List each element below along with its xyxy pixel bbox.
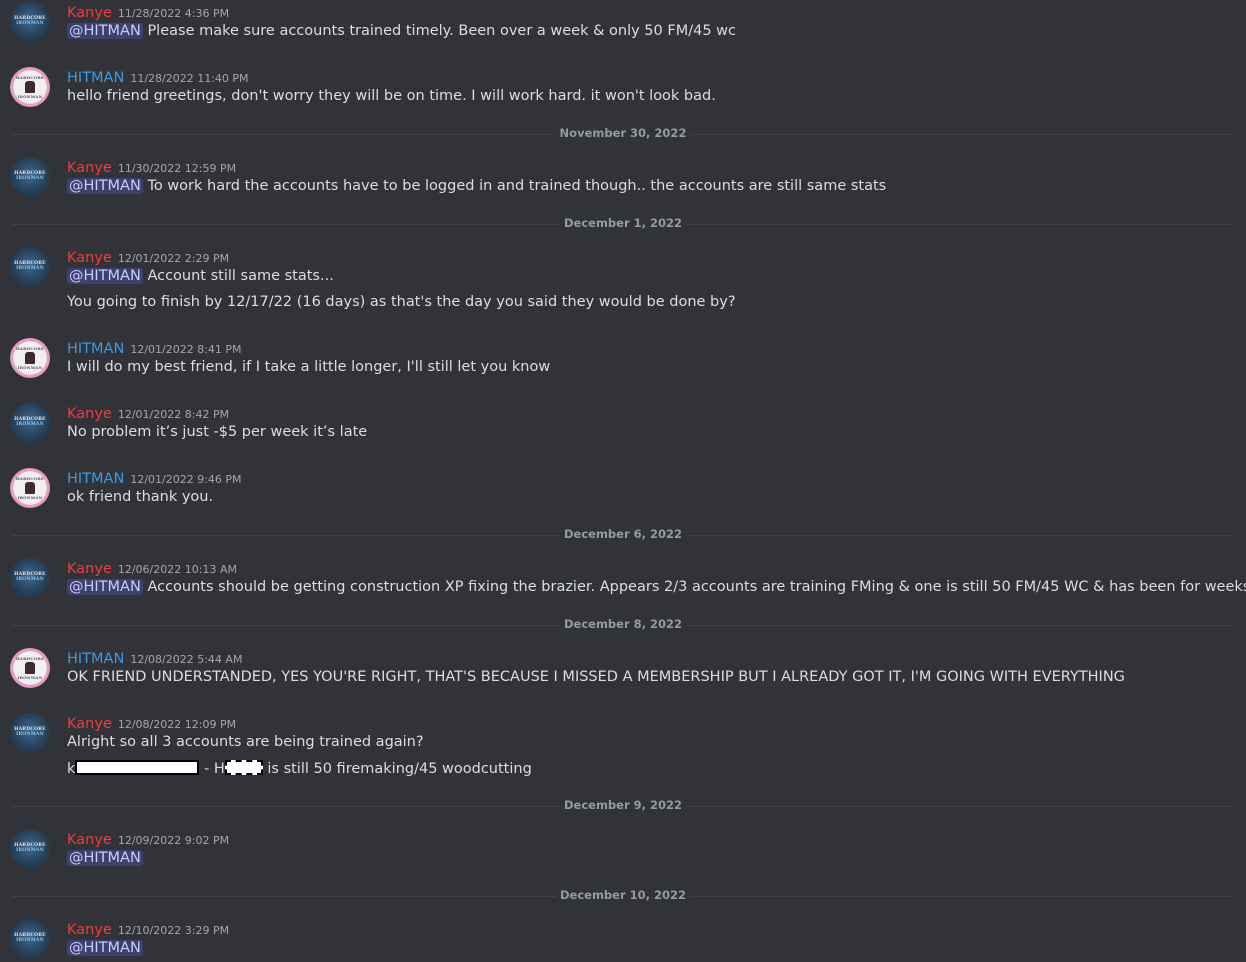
message-text: Account still same stats... [147, 268, 334, 284]
date-divider: December 6, 2022 [12, 527, 1234, 541]
avatar-text: IRONMAN [16, 577, 44, 582]
author-name[interactable]: HITMAN [67, 651, 124, 667]
avatar-text: IRONMAN [16, 938, 44, 943]
user-mention[interactable]: @HITMAN [67, 23, 143, 39]
message-text: Alright so all 3 accounts are being trai… [67, 734, 424, 750]
avatar-text: IRONMAN [17, 675, 43, 680]
avatar[interactable]: HARDCORE IRONMAN [10, 338, 50, 378]
avatar[interactable]: HARDCORE IRONMAN [10, 648, 50, 688]
author-name[interactable]: Kanye [67, 561, 112, 577]
avatar[interactable]: HARDCORE IRONMAN [10, 403, 50, 443]
message-text: is still 50 firemaking/45 woodcutting [267, 761, 532, 777]
avatar-text: IRONMAN [16, 266, 44, 271]
message-text: To work hard the accounts have to be log… [147, 178, 887, 194]
date-divider-label: December 1, 2022 [559, 216, 687, 230]
author-name[interactable]: HITMAN [67, 70, 124, 86]
message-text: ok friend thank you. [67, 489, 214, 505]
avatar-figure [25, 662, 35, 674]
author-name[interactable]: Kanye [67, 716, 112, 732]
avatar[interactable]: HARDCORE IRONMAN [10, 247, 50, 287]
date-divider-label: December 6, 2022 [559, 527, 687, 541]
avatar[interactable]: HARDCORE IRONMAN [10, 468, 50, 508]
timestamp: 12/06/2022 10:13 AM [117, 563, 237, 576]
avatar[interactable]: HARDCORE IRONMAN [10, 67, 50, 107]
avatar[interactable]: HARDCORE IRONMAN [10, 558, 50, 598]
user-mention[interactable]: @HITMAN [67, 579, 143, 595]
message-text: Please make sure accounts trained timely… [147, 23, 736, 39]
avatar[interactable]: HARDCORE IRONMAN [10, 2, 50, 42]
timestamp: 12/01/2022 9:46 PM [130, 473, 242, 486]
author-name[interactable]: HITMAN [67, 471, 124, 487]
user-mention[interactable]: @HITMAN [67, 178, 143, 194]
date-divider-label: November 30, 2022 [555, 126, 691, 140]
message-text: Accounts should be getting construction … [147, 579, 1246, 595]
author-name[interactable]: Kanye [67, 250, 112, 266]
author-name[interactable]: Kanye [67, 832, 112, 848]
timestamp: 12/01/2022 2:29 PM [117, 252, 230, 265]
avatar-text: IRONMAN [16, 848, 44, 853]
message-text: I will do my best friend, if I take a li… [67, 359, 551, 375]
timestamp: 11/28/2022 11:40 PM [130, 72, 249, 85]
date-divider: November 30, 2022 [12, 126, 1234, 140]
timestamp: 11/28/2022 4:36 PM [117, 7, 230, 20]
avatar[interactable]: HARDCORE IRONMAN [10, 919, 50, 959]
redaction-box [224, 760, 263, 775]
user-mention[interactable]: @HITMAN [67, 940, 143, 956]
message-text: hello friend greetings, don't worry they… [67, 88, 716, 104]
user-mention[interactable]: @HITMAN [67, 850, 143, 866]
avatar-text: IRONMAN [16, 21, 44, 26]
avatar-text: IRONMAN [17, 495, 43, 500]
author-name[interactable]: Kanye [67, 160, 112, 176]
date-divider: December 10, 2022 [12, 888, 1234, 902]
avatar-text: HARDCORE [15, 656, 45, 661]
avatar[interactable]: HARDCORE IRONMAN [10, 829, 50, 869]
avatar-text: IRONMAN [17, 365, 43, 370]
date-divider-label: December 10, 2022 [555, 888, 691, 902]
avatar-text: IRONMAN [16, 732, 44, 737]
avatar-text: HARDCORE [15, 476, 45, 481]
message-text: k [67, 761, 76, 777]
date-divider: December 9, 2022 [12, 798, 1234, 812]
timestamp: 12/01/2022 8:41 PM [130, 343, 242, 356]
redaction-box [75, 760, 200, 775]
message-text: - H [204, 761, 225, 777]
author-name[interactable]: Kanye [67, 5, 112, 21]
avatar-text: HARDCORE [15, 346, 45, 351]
date-divider-label: December 9, 2022 [559, 798, 687, 812]
author-name[interactable]: HITMAN [67, 341, 124, 357]
avatar-text: IRONMAN [17, 94, 43, 99]
avatar-text: IRONMAN [16, 176, 44, 181]
date-divider: December 1, 2022 [12, 216, 1234, 230]
timestamp: 12/10/2022 3:29 PM [117, 924, 230, 937]
message-text: You going to finish by 12/17/22 (16 days… [67, 294, 736, 310]
timestamp: 12/08/2022 5:44 AM [130, 653, 243, 666]
avatar-text: HARDCORE [15, 75, 45, 80]
avatar-figure [25, 482, 35, 494]
message-text: OK FRIEND UNDERSTANDED, YES YOU'RE RIGHT… [67, 669, 1125, 685]
timestamp: 12/08/2022 12:09 PM [117, 718, 237, 731]
author-name[interactable]: Kanye [67, 406, 112, 422]
avatar[interactable]: HARDCORE IRONMAN [10, 713, 50, 753]
date-divider: December 8, 2022 [12, 617, 1234, 631]
avatar[interactable]: HARDCORE IRONMAN [10, 157, 50, 197]
user-mention[interactable]: @HITMAN [67, 268, 143, 284]
date-divider-label: December 8, 2022 [559, 617, 687, 631]
author-name[interactable]: Kanye [67, 922, 112, 938]
timestamp: 11/30/2022 12:59 PM [117, 162, 237, 175]
avatar-text: IRONMAN [16, 422, 44, 427]
timestamp: 12/09/2022 9:02 PM [117, 834, 230, 847]
avatar-figure [25, 352, 35, 364]
timestamp: 12/01/2022 8:42 PM [117, 408, 230, 421]
avatar-figure [25, 81, 35, 93]
message-text: No problem it’s just -$5 per week it’s l… [67, 424, 368, 440]
